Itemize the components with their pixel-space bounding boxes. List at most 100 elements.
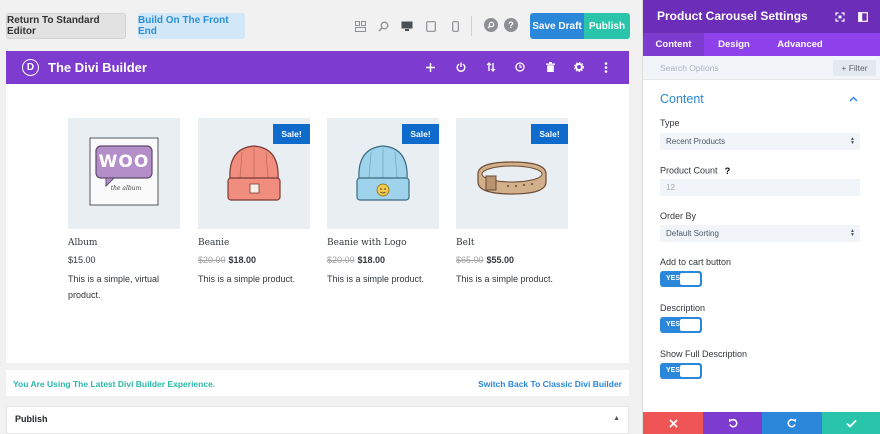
add-icon[interactable] — [423, 60, 437, 74]
current-price: $18.00 — [357, 255, 386, 265]
sort-icon[interactable] — [484, 60, 498, 74]
old-price: $65.00 — [456, 255, 484, 265]
product-image[interactable]: WOO the album — [68, 118, 180, 229]
type-select[interactable]: Recent Products ▲ ▼ — [660, 133, 860, 150]
settings-footer — [643, 412, 880, 434]
product-card[interactable]: Sale! Beanie with Logo $20.00 $18.00 This… — [327, 118, 439, 287]
product-image[interactable]: Sale! — [327, 118, 439, 229]
tab-design[interactable]: Design — [704, 33, 764, 56]
sale-badge: Sale! — [531, 124, 568, 144]
search-options-input[interactable]: Search Options — [660, 63, 719, 73]
product-count-input[interactable]: 12 — [660, 179, 860, 196]
product-image[interactable]: Sale! — [456, 118, 568, 229]
settings-panel-header[interactable]: Product Carousel Settings — [643, 0, 880, 33]
save-draft-button[interactable]: Save Draft — [530, 13, 584, 39]
product-price: $20.00 $18.00 — [198, 255, 310, 269]
settings-panel-title: Product Carousel Settings — [657, 9, 808, 23]
expand-icon[interactable] — [834, 11, 846, 23]
toggle-yes-text: YES — [666, 367, 681, 374]
redo-icon — [787, 418, 796, 428]
woo-logo-text: WOO — [98, 152, 150, 172]
undo-button[interactable] — [703, 412, 763, 434]
gear-icon[interactable] — [572, 60, 586, 74]
trash-icon[interactable] — [543, 60, 557, 74]
product-price: $15.00 — [68, 255, 180, 269]
order-by-select-value: Default Sorting — [666, 229, 719, 238]
search-circle-icon[interactable] — [484, 18, 498, 32]
sale-badge: Sale! — [402, 124, 439, 144]
album-caption: the album — [110, 185, 142, 192]
settings-panel: Product Carousel Settings Content Design… — [642, 0, 880, 434]
description-toggle[interactable]: YES — [660, 317, 702, 333]
product-card[interactable]: Sale! Belt $65.00 $55.00 This is a simple… — [456, 118, 568, 287]
divi-builder-header: D The Divi Builder — [6, 51, 629, 84]
add-to-cart-toggle[interactable]: YES — [660, 271, 702, 287]
desktop-view-icon[interactable] — [400, 19, 414, 33]
product-name[interactable]: Beanie with Logo — [327, 238, 439, 252]
product-description: This is a simple product. — [198, 274, 296, 284]
content-section-title[interactable]: Content — [660, 92, 704, 106]
product-description: This is a simple product. — [456, 274, 554, 284]
phone-view-icon[interactable] — [448, 19, 462, 33]
help-question-icon[interactable]: ? — [722, 165, 734, 177]
options-search-bar[interactable]: Search Options + Filter — [643, 56, 880, 80]
old-price: $20.00 — [327, 255, 355, 265]
tab-content[interactable]: Content — [643, 33, 704, 56]
product-name[interactable]: Belt — [456, 238, 568, 252]
product-card[interactable]: WOO the album Album $15.00 This is a sim… — [68, 118, 180, 303]
builder-canvas: WOO the album Album $15.00 This is a sim… — [6, 84, 629, 363]
save-button[interactable] — [822, 412, 880, 434]
publish-button[interactable]: Publish — [584, 13, 630, 39]
help-icon[interactable]: ? — [504, 18, 518, 32]
publish-metabox[interactable]: Publish ▲ — [6, 406, 629, 434]
filter-button[interactable]: + Filter — [833, 60, 876, 76]
show-full-description-toggle[interactable]: YES — [660, 363, 702, 379]
show-full-description-label: Show Full Description — [660, 349, 748, 359]
current-price: $55.00 — [486, 255, 515, 265]
wireframe-view-icon[interactable] — [353, 19, 367, 33]
tab-advanced[interactable]: Advanced — [764, 33, 836, 56]
latest-experience-notice: You Are Using The Latest Divi Builder Ex… — [13, 379, 216, 389]
cancel-button[interactable] — [643, 412, 703, 434]
toggle-yes-text: YES — [666, 321, 681, 328]
toggle-knob — [680, 365, 700, 377]
dock-panel-icon[interactable] — [857, 11, 869, 23]
toggle-knob — [680, 319, 700, 331]
toggle-knob — [680, 273, 700, 285]
collapse-arrow-icon[interactable]: ▲ — [613, 415, 620, 422]
divi-builder-title: The Divi Builder — [48, 60, 147, 75]
sale-badge: Sale! — [273, 124, 310, 144]
product-price: $65.00 $55.00 — [456, 255, 568, 269]
product-name[interactable]: Beanie — [198, 238, 310, 252]
order-by-select[interactable]: Default Sorting ▲ ▼ — [660, 225, 860, 242]
settings-tabs: Content Design Advanced — [643, 33, 880, 56]
type-label: Type — [660, 118, 680, 128]
more-options-icon[interactable] — [599, 60, 613, 74]
tablet-view-icon[interactable] — [424, 19, 438, 33]
product-price: $20.00 $18.00 — [327, 255, 439, 269]
zoom-icon[interactable] — [376, 19, 390, 33]
top-toolbar: Return To Standard Editor Build On The F… — [0, 0, 642, 51]
return-to-standard-editor-button[interactable]: Return To Standard Editor — [6, 13, 126, 39]
undo-icon — [729, 418, 738, 428]
current-price: $18.00 — [228, 255, 257, 265]
old-price: $20.00 — [198, 255, 226, 265]
build-on-front-end-button[interactable]: Build On The Front End — [138, 13, 245, 39]
select-arrows-icon: ▲ ▼ — [850, 136, 855, 146]
product-card[interactable]: Sale! Beanie $20.00 $18.00 This is a simp… — [198, 118, 310, 287]
current-price: $15.00 — [68, 255, 96, 265]
power-icon[interactable] — [454, 60, 468, 74]
redo-button[interactable] — [762, 412, 822, 434]
switch-classic-builder-link[interactable]: Switch Back To Classic Divi Builder — [478, 379, 622, 389]
product-count-label: Product Count? — [660, 165, 734, 177]
product-image[interactable]: Sale! — [198, 118, 310, 229]
builder-notice-bar: You Are Using The Latest Divi Builder Ex… — [6, 370, 629, 396]
order-by-label: Order By — [660, 211, 697, 221]
history-icon[interactable] — [513, 60, 527, 74]
product-name[interactable]: Album — [68, 238, 180, 252]
type-select-value: Recent Products — [666, 137, 726, 146]
add-to-cart-label: Add to cart button — [660, 257, 732, 267]
chevron-up-icon[interactable] — [849, 94, 858, 105]
check-icon — [846, 419, 857, 428]
select-arrows-icon: ▲ ▼ — [850, 228, 855, 238]
